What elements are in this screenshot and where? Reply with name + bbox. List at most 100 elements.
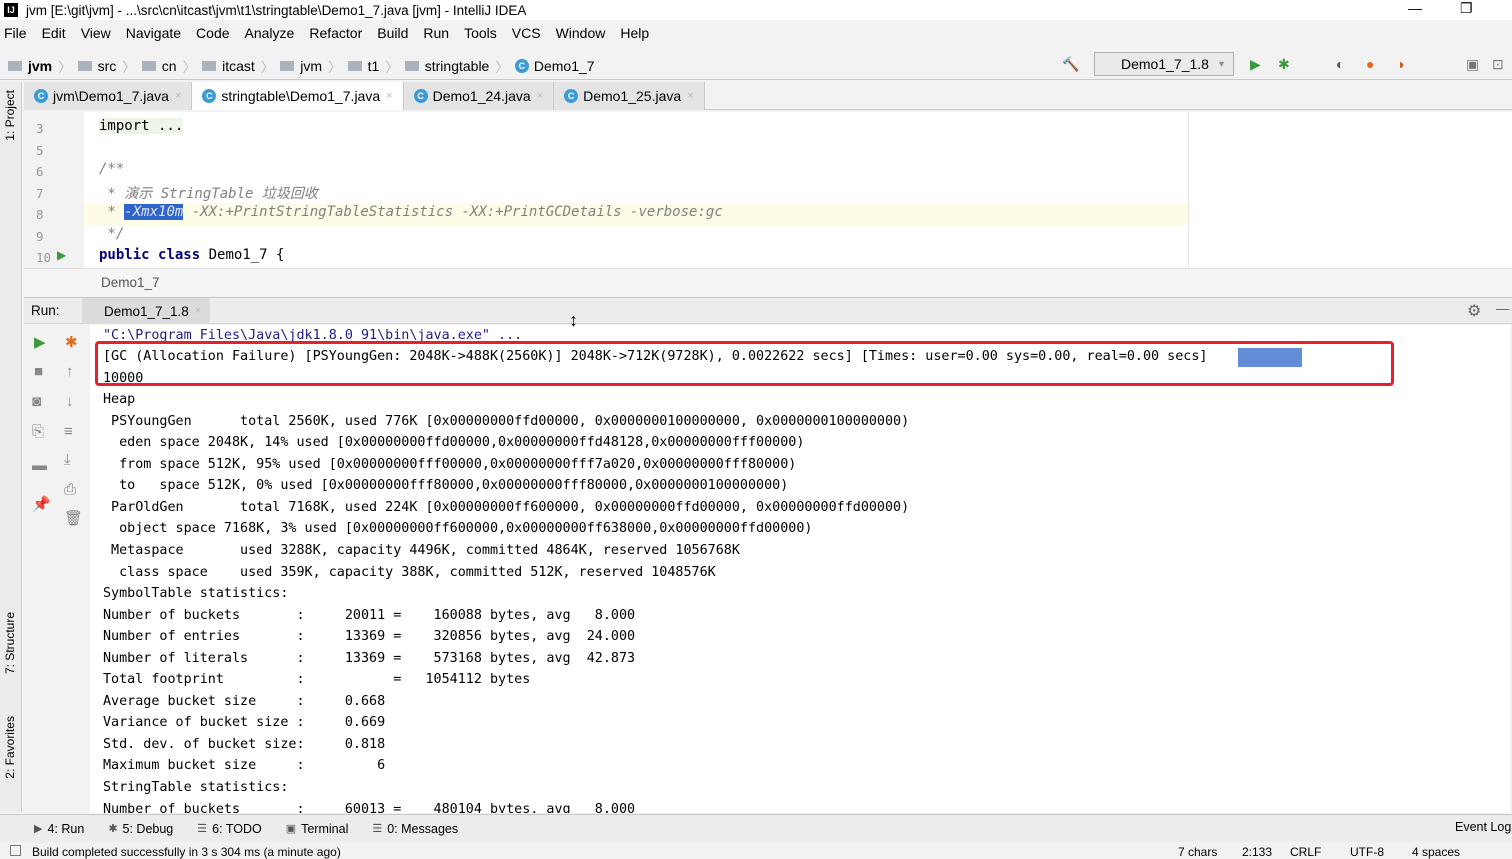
breadcrumb-item[interactable]: cn [141, 58, 177, 74]
run-configuration-select[interactable]: Demo1_7_1.8 ▾ [1094, 52, 1234, 76]
pin-icon[interactable]: 📌 [32, 495, 51, 513]
highlight-box [95, 341, 1394, 386]
console-line: to space 512K, 0% used [0x00000000fff800… [103, 478, 789, 494]
editor-tab[interactable]: C Demo1_25.java × [554, 82, 705, 110]
status-position[interactable]: 2:133 [1242, 845, 1272, 859]
intellij-logo-icon: IJ [4, 3, 18, 17]
restore-layout-icon[interactable]: ⎘ [32, 423, 44, 440]
code-line[interactable]: import ... [99, 118, 184, 134]
project-structure-icon[interactable]: ▣ [1466, 56, 1479, 73]
tool-window-icon: ☰ [197, 823, 208, 835]
editor-tab[interactable]: Cstringtable\Demo1_7.java × [192, 82, 404, 110]
breadcrumb-label: t1 [367, 57, 380, 74]
hide-icon[interactable]: — [1496, 301, 1510, 316]
layout-icon[interactable]: ⊡ [1492, 56, 1504, 73]
menu-vcs[interactable]: VCS [512, 25, 541, 41]
gear-icon[interactable]: ⚙ [1467, 301, 1481, 321]
close-icon[interactable]: × [195, 305, 201, 317]
event-log-button[interactable]: Event Log [1455, 820, 1511, 834]
keyword: class [158, 247, 201, 263]
console-line: StringTable statistics: [103, 780, 289, 795]
code-line[interactable]: * -Xmx10m -XX:+PrintStringTableStatistic… [99, 204, 723, 220]
right-margin-guide [1188, 112, 1189, 268]
soft-wrap-icon[interactable]: ≡ [64, 423, 73, 440]
stop-icon[interactable]: ■ [34, 363, 43, 380]
bottom-tab-todo[interactable]: ☰ 6: TODO [197, 822, 261, 836]
line-number: 9 [36, 229, 44, 244]
class-icon: C [34, 89, 48, 103]
breadcrumb-class[interactable]: Demo1_7 [101, 275, 160, 290]
bottom-tab-run[interactable]: ▶ 4: Run [34, 822, 84, 836]
console-line: Maximum bucket size : 6 [103, 758, 386, 774]
close-icon[interactable]: × [687, 90, 693, 102]
menu-file[interactable]: File [4, 25, 27, 41]
menu-edit[interactable]: Edit [42, 25, 66, 41]
menu-tools[interactable]: Tools [464, 25, 497, 41]
favorites-tool-button[interactable]: 2: Favorites [3, 716, 17, 779]
folder-icon [202, 60, 217, 71]
debugger-icon[interactable]: ✱ [65, 333, 78, 351]
code-line[interactable]: /** [99, 161, 124, 177]
up-arrow-icon[interactable]: ↑ [66, 363, 74, 380]
breadcrumb-item[interactable]: C Demo1_7 [514, 58, 595, 74]
close-icon[interactable]: × [175, 90, 181, 102]
console-output[interactable]: "C:\Program Files\Java\jdk1.8.0_91\bin\j… [90, 325, 1510, 813]
menu-view[interactable]: View [81, 25, 111, 41]
status-encoding[interactable]: UTF-8 [1350, 845, 1384, 859]
run-tab[interactable]: Demo1_7_1.8 × [82, 298, 210, 324]
minimize-button[interactable]: — [1408, 0, 1422, 16]
code-line[interactable]: public class Demo1_7 { [99, 247, 284, 263]
editor-tab[interactable]: C Demo1_24.java × [403, 82, 555, 110]
stop-icon[interactable]: ◑ [1396, 56, 1404, 72]
status-message[interactable]: Build completed successfully in 3 s 304 … [32, 845, 341, 859]
menu-refactor[interactable]: Refactor [309, 25, 362, 41]
menu-analyze[interactable]: Analyze [245, 25, 295, 41]
breadcrumb-item[interactable]: jvm [280, 58, 322, 74]
debug-icon[interactable]: ✱ [1278, 56, 1290, 73]
build-hammer-icon[interactable]: 🔨 [1062, 56, 1079, 73]
breadcrumb-item[interactable]: itcast [202, 58, 255, 74]
line-number: 3 [36, 121, 44, 136]
code-line[interactable]: * 演示 StringTable 垃圾回收 [99, 183, 317, 203]
menu-window[interactable]: Window [556, 25, 606, 41]
profile-icon[interactable]: ● [1366, 56, 1374, 72]
status-line-separator[interactable]: CRLF [1290, 845, 1321, 859]
camera-icon[interactable]: ◙ [32, 393, 41, 410]
breadcrumb-item[interactable]: t1 [347, 57, 380, 74]
bottom-tab-messages[interactable]: ☰ 0: Messages [372, 822, 458, 836]
rerun-icon[interactable]: ▶ [34, 333, 46, 351]
run-icon[interactable]: ▶ [1250, 56, 1261, 73]
menu-navigate[interactable]: Navigate [126, 25, 181, 41]
project-tool-button[interactable]: 1: Project [3, 90, 17, 141]
breadcrumb-item[interactable]: stringtable [404, 58, 489, 74]
status-indent[interactable]: 4 spaces [1412, 845, 1460, 859]
menu-run[interactable]: Run [423, 25, 449, 41]
menu-help[interactable]: Help [620, 25, 649, 41]
coverage-icon[interactable]: ◐ [1336, 56, 1344, 72]
editor-tab[interactable]: Cjvm\Demo1_7.java × [24, 82, 193, 110]
restore-button[interactable]: ❐ [1460, 0, 1473, 17]
status-checkbox-icon[interactable] [10, 845, 21, 856]
layout-icon[interactable]: ▬ [32, 457, 47, 474]
console-line: Average bucket size : 0.668 [103, 693, 386, 709]
code-line[interactable]: */ [99, 226, 124, 242]
code-text: /** [99, 161, 125, 177]
line-number: 7 [36, 186, 44, 201]
print-icon[interactable]: ⎙ [64, 481, 76, 498]
trash-icon[interactable]: 🗑 [64, 509, 83, 527]
tab-label: Demo1_24.java [432, 88, 531, 104]
down-arrow-icon[interactable]: ↓ [66, 393, 74, 410]
bottom-tab-terminal[interactable]: ▣ Terminal [286, 822, 349, 836]
menu-code[interactable]: Code [196, 25, 229, 41]
structure-tool-button[interactable]: 7: Structure [3, 612, 17, 674]
close-icon[interactable]: × [537, 90, 543, 102]
breadcrumb-item[interactable]: src [77, 58, 116, 74]
bottom-tab-debug[interactable]: ✱ 5: Debug [108, 822, 173, 836]
breadcrumb-item[interactable]: jvm [8, 58, 52, 74]
run-gutter-icon[interactable]: ▶ [57, 248, 66, 262]
scroll-to-end-icon[interactable]: ⤓ [64, 451, 71, 468]
menu-build[interactable]: Build [377, 25, 408, 41]
line-number: 8 [36, 207, 44, 222]
close-icon[interactable]: × [386, 90, 392, 102]
folder-icon [8, 60, 22, 71]
